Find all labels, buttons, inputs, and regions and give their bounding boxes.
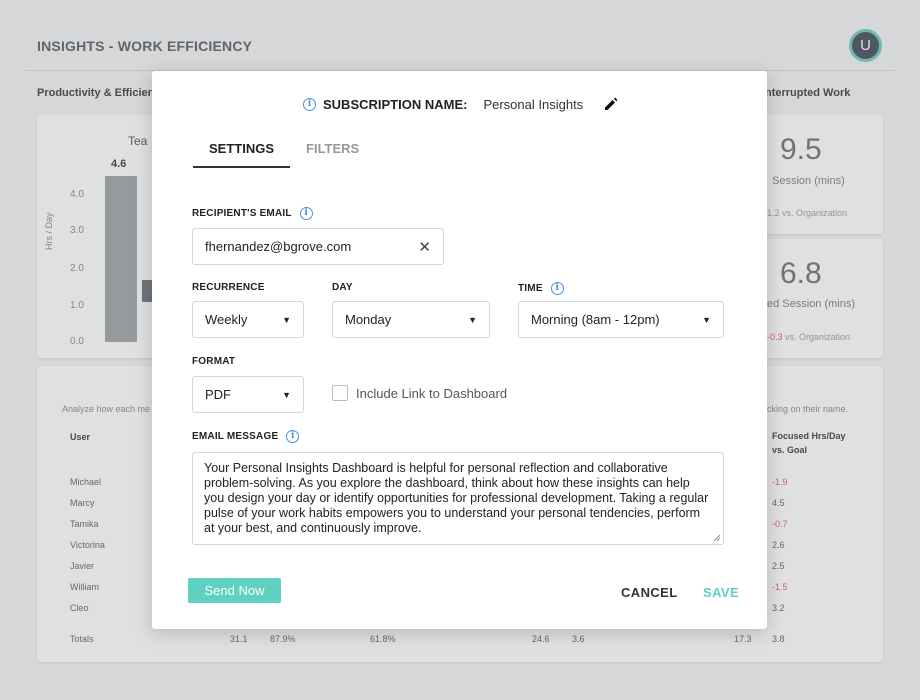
info-icon[interactable]: i — [303, 97, 316, 111]
caret-down-icon: ▼ — [468, 314, 477, 325]
info-icon[interactable]: i — [286, 430, 300, 443]
recurrence-value: Weekly — [205, 312, 248, 327]
time-value: Morning (8am - 12pm) — [531, 312, 660, 327]
day-value: Monday — [345, 312, 392, 327]
send-now-button[interactable]: Send Now — [188, 578, 281, 603]
subscription-name-value: Personal Insights — [483, 96, 584, 112]
recipient-email-field[interactable]: fhernandez@bgrove.com ✕ — [192, 228, 444, 265]
pencil-icon[interactable] — [603, 96, 619, 112]
caret-down-icon: ▼ — [702, 314, 711, 325]
caret-down-icon: ▼ — [282, 314, 291, 325]
subscription-modal: i SUBSCRIPTION NAME: Personal Insights S… — [152, 71, 767, 629]
info-icon[interactable]: i — [299, 207, 313, 220]
include-link-label: Include Link to Dashboard — [356, 385, 508, 401]
email-message-textarea[interactable]: Your Personal Insights Dashboard is help… — [192, 452, 724, 545]
cancel-button[interactable]: CANCEL — [621, 585, 678, 600]
format-value: PDF — [205, 387, 231, 402]
include-link-row[interactable]: Include Link to Dashboard — [332, 385, 507, 401]
format-label: FORMAT — [192, 356, 236, 367]
recurrence-label: RECURRENCE — [192, 282, 265, 293]
tab-filters[interactable]: FILTERS — [290, 139, 375, 168]
close-icon[interactable]: ✕ — [418, 238, 431, 256]
resize-handle-icon[interactable] — [713, 534, 721, 542]
time-label-row: TIME i — [518, 282, 564, 295]
day-label: DAY — [332, 282, 353, 293]
tab-settings[interactable]: SETTINGS — [193, 139, 291, 168]
time-select[interactable]: Morning (8am - 12pm) ▼ — [518, 301, 724, 338]
modal-tabs: SETTINGS FILTERS — [193, 139, 375, 168]
day-select[interactable]: Monday ▼ — [332, 301, 490, 338]
email-message-label: EMAIL MESSAGE — [192, 431, 279, 442]
info-icon[interactable]: i — [550, 282, 564, 295]
subscription-name-label: SUBSCRIPTION NAME: — [323, 96, 468, 112]
include-link-checkbox[interactable] — [332, 385, 348, 401]
format-select[interactable]: PDF ▼ — [192, 376, 304, 413]
email-message-label-row: EMAIL MESSAGE i — [192, 430, 300, 443]
recipient-email-label: RECIPIENT'S EMAIL — [192, 208, 292, 219]
save-button[interactable]: SAVE — [703, 585, 739, 600]
subscription-name-row: i SUBSCRIPTION NAME: Personal Insights — [303, 96, 619, 112]
email-message-value: Your Personal Insights Dashboard is help… — [204, 461, 709, 535]
caret-down-icon: ▼ — [282, 389, 291, 400]
time-label: TIME — [518, 283, 543, 294]
recipient-email-value: fhernandez@bgrove.com — [205, 239, 352, 254]
recipient-email-label-row: RECIPIENT'S EMAIL i — [192, 207, 313, 220]
recurrence-select[interactable]: Weekly ▼ — [192, 301, 304, 338]
